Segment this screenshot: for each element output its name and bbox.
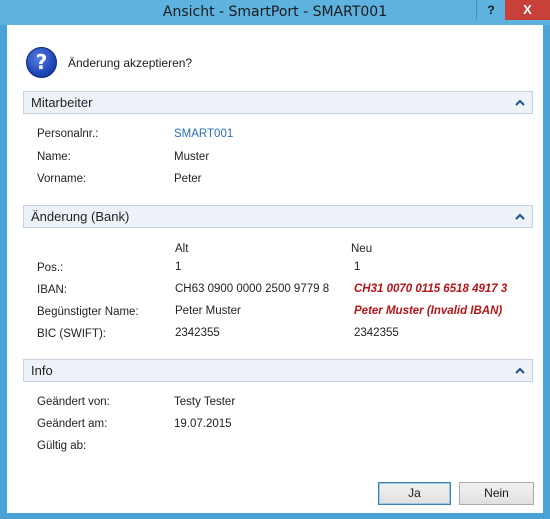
dialog-body: ? Änderung akzeptieren? Mitarbeiter Pers…: [7, 25, 543, 513]
geaendert-von-label: Geändert von:: [37, 396, 110, 408]
name-label: Name:: [37, 151, 71, 163]
collapse-chevron-icon[interactable]: [514, 365, 526, 377]
collapse-chevron-icon[interactable]: [514, 97, 526, 109]
section-mitarbeiter: Mitarbeiter Personalnr.: SMART001 Name: …: [23, 91, 533, 201]
pos-new-value: 1: [354, 261, 361, 273]
title-bar[interactable]: Ansicht - SmartPort - SMART001 ? X: [0, 0, 550, 25]
section-title: Mitarbeiter: [31, 95, 93, 110]
pos-old-value: 1: [175, 261, 182, 273]
pos-label: Pos.:: [37, 262, 64, 274]
vorname-label: Vorname:: [37, 173, 87, 185]
beguenstigter-name-old-value: Peter Muster: [175, 305, 241, 317]
question-text: Änderung akzeptieren?: [68, 56, 193, 70]
beguenstigter-name-new-value: Peter Muster (Invalid IBAN): [354, 305, 503, 317]
close-button[interactable]: X: [505, 0, 550, 20]
bic-new-value: 2342355: [354, 327, 399, 339]
iban-old-value: CH63 0900 0000 2500 9779 8: [175, 283, 330, 295]
section-header-aenderung[interactable]: Änderung (Bank): [23, 205, 533, 228]
vorname-value: Peter: [174, 173, 202, 185]
gueltig-ab-label: Gültig ab:: [37, 440, 87, 452]
section-aenderung-bank: Änderung (Bank) Alt Neu Pos.: 1 1 IBAN: …: [23, 205, 533, 350]
name-value: Muster: [174, 151, 210, 163]
column-header-alt: Alt: [175, 243, 189, 255]
window-title: Ansicht - SmartPort - SMART001: [162, 4, 388, 20]
iban-label: IBAN:: [37, 284, 68, 296]
section-header-info[interactable]: Info: [23, 359, 533, 382]
section-header-mitarbeiter[interactable]: Mitarbeiter: [23, 91, 533, 114]
beguenstigter-name-label: Begünstigter Name:: [37, 306, 139, 318]
column-header-neu: Neu: [351, 243, 373, 255]
yes-button[interactable]: Ja: [378, 482, 451, 505]
personalnr-label: Personalnr.:: [37, 128, 99, 140]
geaendert-am-label: Geändert am:: [37, 418, 108, 430]
section-info: Info Geändert von: Testy Tester Geändert…: [23, 359, 533, 459]
geaendert-von-value: Testy Tester: [174, 396, 236, 408]
dialog-window: Ansicht - SmartPort - SMART001 ? X ? Änd…: [0, 0, 550, 519]
question-icon: ?: [26, 47, 57, 78]
personalnr-link[interactable]: SMART001: [174, 128, 233, 140]
geaendert-am-value: 19.07.2015: [174, 418, 232, 430]
bic-old-value: 2342355: [175, 327, 220, 339]
help-button[interactable]: ?: [476, 0, 505, 20]
bic-label: BIC (SWIFT):: [37, 328, 106, 340]
section-title: Änderung (Bank): [31, 209, 130, 224]
no-button[interactable]: Nein: [459, 482, 534, 505]
collapse-chevron-icon[interactable]: [514, 211, 526, 223]
iban-new-value: CH31 0070 0115 6518 4917 3: [354, 283, 508, 295]
section-title: Info: [31, 363, 53, 378]
